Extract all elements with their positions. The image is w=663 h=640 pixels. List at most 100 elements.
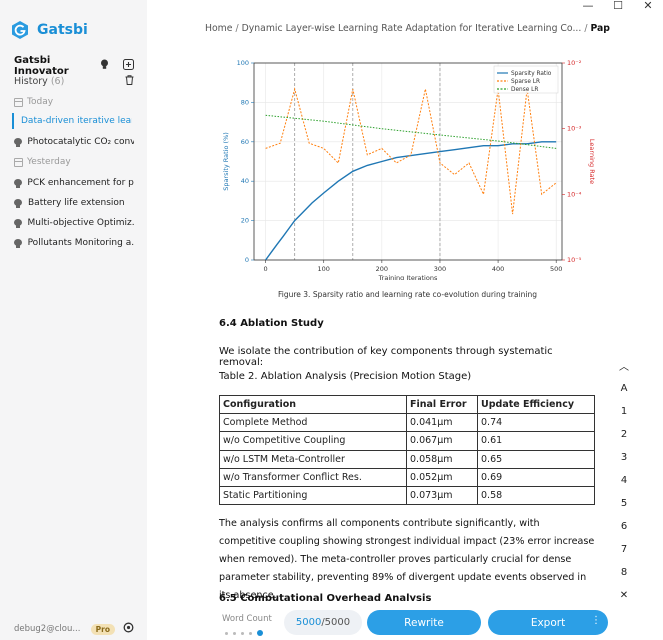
lightbulb-icon[interactable]	[98, 59, 110, 73]
new-chat-icon[interactable]	[122, 59, 134, 73]
lightbulb-icon	[14, 137, 23, 147]
y2-axis-label: Learning Rate	[588, 139, 595, 184]
y-tick-label: 100	[237, 59, 249, 67]
sparsity-lr-chart: 0 100 200 300 400 500 0 20 40 60 80 100 10⁻⁵ 10⁻⁴ 10⁻³…	[222, 59, 595, 280]
breadcrumb: Home / Dynamic Layer-wise Learning Rate Ad…	[205, 23, 610, 34]
lightbulb-icon	[14, 238, 22, 248]
history-item[interactable]: Battery life extension	[14, 195, 134, 211]
history-item[interactable]: PCK enhancement for p...	[14, 175, 134, 191]
y2-tick-label: 10⁻²	[567, 59, 582, 67]
rail-item[interactable]: 1	[614, 406, 634, 417]
series-line-sparse-lr	[265, 87, 557, 215]
rail-item[interactable]: 2	[614, 429, 634, 440]
x-axis-label: Training Iterations	[378, 274, 438, 280]
word-count-label: Word Count	[222, 614, 272, 624]
lightbulb-icon	[14, 218, 22, 228]
group-today: Today	[14, 97, 53, 107]
table-cell: 0.61	[477, 431, 595, 451]
x-tick-label: 100	[318, 265, 330, 273]
table-row: w/o LSTM Meta-Controller 0.058μm 0.65	[219, 449, 595, 469]
settings-icon[interactable]	[123, 622, 134, 636]
table-cell: w/o Competitive Coupling	[219, 431, 407, 451]
rail-item[interactable]: 7	[614, 544, 634, 555]
lightbulb-icon	[14, 178, 23, 188]
table-cell: 0.052μm	[406, 467, 478, 487]
history-item[interactable]: Pollutants Monitoring a...	[14, 235, 134, 251]
rail-item[interactable]: 8	[614, 567, 634, 578]
table-cell: w/o Transformer Conflict Res.	[219, 467, 407, 487]
rail-item[interactable]: 6	[614, 521, 634, 532]
y-tick-label: 20	[241, 217, 249, 225]
pro-badge: Pro	[90, 623, 115, 635]
figure-caption: Figure 3. Sparsity ratio and learning ra…	[278, 290, 537, 299]
rail-item[interactable]: 5	[614, 498, 634, 509]
x-tick-label: 200	[376, 265, 388, 273]
account-name[interactable]: Gatsbi Innovator	[14, 55, 98, 77]
close-icon[interactable]: ✕	[633, 0, 663, 14]
table-row: w/o Competitive Coupling 0.067μm 0.61	[219, 431, 595, 451]
sidebar: Gatsbi Gatsbi Innovator History (6) Toda…	[0, 0, 147, 640]
table-cell: 0.65	[477, 449, 595, 469]
table-row: Static Partitioning 0.073μm 0.58	[219, 485, 595, 506]
user-row: debug2@clou... Pro	[14, 622, 134, 636]
ablation-table: Configuration Final Error Update Efficie…	[219, 394, 595, 506]
y-axis-label: Sparsity Ratio (%)	[222, 132, 230, 191]
word-count-slider[interactable]	[225, 630, 263, 636]
table-cell: 0.74	[477, 413, 595, 433]
table-cell: Complete Method	[219, 413, 407, 433]
history-item[interactable]: Photocatalytic CO₂ conv...	[14, 134, 134, 150]
export-button[interactable]: Export ⋮	[488, 610, 608, 635]
minimize-icon[interactable]: —	[573, 0, 603, 14]
chevron-up-icon[interactable]: ︿	[614, 358, 634, 373]
table-caption: Table 2. Ablation Analysis (Precision Mo…	[219, 371, 472, 382]
section-intro: We isolate the contribution of key compo…	[219, 346, 553, 368]
calendar-icon	[14, 157, 23, 167]
rail-item[interactable]: A	[614, 383, 634, 394]
x-tick-label: 400	[492, 265, 504, 273]
close-icon[interactable]: ✕	[614, 590, 634, 601]
maximize-icon[interactable]: ☐	[603, 0, 633, 14]
x-tick-label: 500	[550, 265, 562, 273]
legend-label: Dense LR	[511, 87, 538, 93]
history-label: History	[14, 76, 48, 87]
history-header: History (6)	[14, 75, 134, 88]
legend-label: Sparse LR	[511, 79, 540, 85]
trash-icon[interactable]	[125, 75, 134, 88]
history-item[interactable]: Multi-objective Optimiz...	[14, 215, 134, 231]
rail-item[interactable]: 4	[614, 475, 634, 486]
word-count-input[interactable]: 5000/5000	[284, 610, 362, 635]
column-header: Update Efficiency	[477, 394, 595, 415]
legend-label: Sparsity Ratio	[511, 71, 552, 77]
lightbulb-icon	[14, 198, 22, 208]
rail-item[interactable]: 3	[614, 452, 634, 463]
rewrite-button[interactable]: Rewrite	[367, 610, 481, 635]
calendar-icon	[14, 97, 23, 107]
table-cell: 0.69	[477, 467, 595, 487]
user-email[interactable]: debug2@clou...	[14, 624, 91, 634]
breadcrumb-paper[interactable]: Dynamic Layer-wise Learning Rate Adaptat…	[242, 23, 582, 34]
table-cell: w/o LSTM Meta-Controller	[219, 449, 407, 469]
brand-name: Gatsbi	[37, 22, 88, 38]
window-controls: — ☐ ✕	[573, 0, 663, 14]
bottom-toolbar: Word Count 5000/5000 Rewrite Export ⋮	[147, 602, 663, 640]
table-cell: 0.067μm	[406, 431, 478, 451]
x-tick-label: 0	[264, 265, 268, 273]
section-heading: 6.4 Ablation Study	[219, 318, 324, 329]
y2-tick-label: 10⁻⁴	[567, 190, 582, 198]
next-section-heading: 6.5 Computational Overhead Analysis	[219, 593, 432, 601]
y-tick-label: 80	[241, 98, 249, 106]
table-cell: 0.058μm	[406, 449, 478, 469]
breadcrumb-current: Paper Manuscript	[590, 23, 610, 34]
table-header-row: Configuration Final Error Update Efficie…	[219, 394, 595, 415]
breadcrumb-home[interactable]: Home	[205, 23, 232, 34]
history-item-active[interactable]: Data-driven iterative learn...	[12, 113, 132, 129]
table-cell: 0.073μm	[406, 485, 478, 506]
more-options-icon[interactable]: ⋮	[591, 615, 601, 626]
group-yesterday: Yesterday	[14, 157, 71, 167]
brand[interactable]: Gatsbi	[10, 20, 88, 40]
y2-tick-label: 10⁻³	[567, 125, 582, 133]
y-tick-label: 40	[241, 177, 249, 185]
table-cell: 0.041μm	[406, 413, 478, 433]
column-header: Configuration	[219, 394, 407, 415]
table-cell: 0.58	[477, 485, 595, 506]
